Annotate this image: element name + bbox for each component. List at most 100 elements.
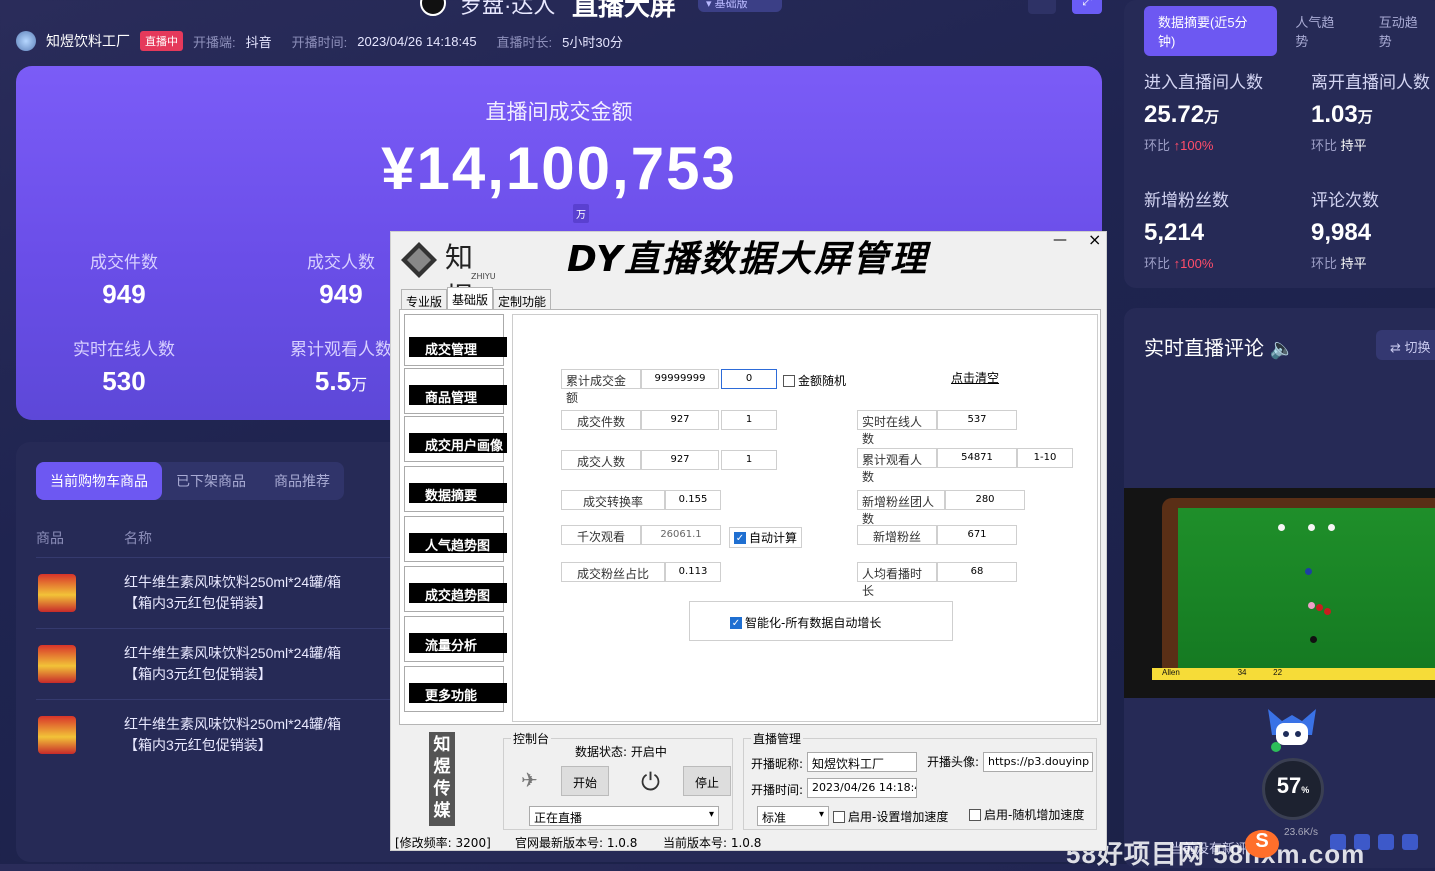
metric-comments: 评论次数 9,984 环比 持平 <box>1311 186 1435 272</box>
brand-name: 罗盘·达人 <box>460 0 556 18</box>
product-name: 红牛维生素风味饮料250ml*24罐/箱 【箱内3元红包促销装】 <box>124 645 342 682</box>
grid-icon[interactable] <box>1402 834 1418 850</box>
fans-ratio-input[interactable]: 0.113 <box>665 562 721 582</box>
minimize-icon[interactable]: — <box>1053 232 1067 248</box>
online-input[interactable]: 537 <box>937 410 1017 430</box>
start-button[interactable]: 开始 <box>561 766 609 796</box>
side-button-more[interactable]: 更多功能 <box>404 666 507 712</box>
total-amount-inc-input[interactable]: 0 <box>721 369 777 389</box>
tab-interaction[interactable]: 互动趋势 <box>1365 6 1435 56</box>
metric-label: 新增粉丝数 <box>1144 191 1229 210</box>
random-speed-checkbox[interactable]: 启用-随机增加速度 <box>969 806 1084 823</box>
app-logo: 知煜 ZHIYU <box>401 236 499 314</box>
tab-recommended[interactable]: 商品推荐 <box>260 462 344 500</box>
tab-summary[interactable]: 数据摘要(近5分钟) <box>1144 6 1278 56</box>
side-button-summary[interactable]: 数据摘要 <box>404 466 507 512</box>
kview-input[interactable]: 26061.1 <box>641 525 721 545</box>
avatar-url-input[interactable]: https://p3.douyinp <box>983 752 1093 772</box>
deal-people-inc-input[interactable]: 1 <box>721 450 777 470</box>
metric-leave: 离开直播间人数 1.03万 环比 持平 <box>1311 68 1435 154</box>
tab-current-products[interactable]: 当前购物车商品 <box>36 462 162 500</box>
deal-count-inc-input[interactable]: 1 <box>721 410 777 430</box>
column-header-name: 名称 <box>124 530 152 546</box>
comments-title: 实时直播评论 🔈 <box>1144 338 1295 360</box>
stat-value: 949 <box>102 279 146 309</box>
video-preview[interactable]: Allen 34 22 <box>1124 488 1435 698</box>
latest-version-text: 官网最新版本号: 1.0.8 <box>515 836 638 850</box>
total-amount-label: 累计成交金额 <box>561 369 641 405</box>
stop-button[interactable]: 停止 <box>683 766 731 796</box>
duration-value: 5小时30分 <box>562 34 623 50</box>
power-icon: ⏻ <box>641 768 660 796</box>
deal-count-input[interactable]: 927 <box>641 410 719 430</box>
shop-name: 知煜饮料工厂 <box>46 33 130 49</box>
tab-popularity[interactable]: 人气趋势 <box>1281 6 1360 56</box>
tab-removed-products[interactable]: 已下架商品 <box>162 462 260 500</box>
network-gauge[interactable]: 57% 23.6K/s <box>1262 758 1324 838</box>
data-status: 数据状态: 开启中 <box>575 745 667 759</box>
fan-group-label: 新增粉丝团人数 <box>857 490 945 526</box>
avg-time-label: 人均看播时长 <box>857 562 937 598</box>
ball <box>1328 524 1335 531</box>
random-amount-checkbox[interactable]: 金额随机 <box>783 372 846 389</box>
conv-rate-input[interactable]: 0.155 <box>665 490 721 510</box>
nick-input[interactable]: 知煜饮料工厂 <box>807 752 917 772</box>
product-tabs: 当前购物车商品 已下架商品 商品推荐 <box>36 462 344 500</box>
new-fans-input[interactable]: 671 <box>937 525 1017 545</box>
stat-label: 成交件数 <box>90 253 158 272</box>
version-label: 基础版 <box>714 0 748 10</box>
conv-rate-label: 成交转换率 <box>561 490 665 510</box>
close-icon[interactable]: × <box>1088 230 1101 249</box>
fan-group-input[interactable]: 280 <box>945 490 1025 510</box>
viewers-input[interactable]: 54871 <box>937 448 1017 468</box>
metric-compare: 环比 ↑100% <box>1144 256 1214 271</box>
side-button-user-profile[interactable]: 成交用户画像 <box>404 416 507 462</box>
table-row[interactable]: 红牛维生素风味饮料250ml*24罐/箱 【箱内3元红包促销装】 <box>36 628 396 698</box>
deal-people-input[interactable]: 927 <box>641 450 719 470</box>
clear-link[interactable]: 点击清空 <box>951 369 999 386</box>
ball <box>1278 524 1285 531</box>
notification-icon[interactable] <box>1028 0 1056 14</box>
metric-compare: 环比 持平 <box>1311 256 1367 271</box>
side-button-popularity[interactable]: 人气趋势图 <box>404 516 507 562</box>
shirt-icon[interactable] <box>1378 834 1394 850</box>
avg-time-input[interactable]: 68 <box>937 562 1017 582</box>
logo-subtext: ZHIYU <box>471 272 496 281</box>
table-row[interactable]: 红牛维生素风味饮料250ml*24罐/箱 【箱内3元红包促销装】 <box>36 557 396 627</box>
auto-calc-checkbox[interactable]: ✓ 自动计算 <box>729 527 803 548</box>
custom-speed-checkbox[interactable]: 启用-设置增加速度 <box>833 808 948 825</box>
side-button-deals[interactable]: 成交管理 <box>404 314 507 366</box>
time-input[interactable]: 2023/04/26 14:18:4 <box>807 778 917 798</box>
smart-growth-checkbox[interactable]: ✓ 智能化-所有数据自动增长 <box>730 614 881 631</box>
side-button-traffic[interactable]: 流量分析 <box>404 616 507 662</box>
product-image <box>38 574 76 612</box>
new-fans-label: 新增粉丝 <box>857 525 937 545</box>
ball <box>1316 604 1323 611</box>
column-header-product: 商品 <box>36 530 64 546</box>
ball <box>1310 636 1317 643</box>
live-mode-select[interactable]: 正在直播 ▾ <box>529 806 719 826</box>
score-bar: Allen 34 22 <box>1152 668 1435 680</box>
tab-content-frame: 成交管理 商品管理 成交用户画像 数据摘要 人气趋势图 成交趋势图 流量分析 更… <box>399 309 1101 725</box>
live-manage-title: 直播管理 <box>751 730 804 747</box>
side-button-products[interactable]: 商品管理 <box>404 368 507 414</box>
ball <box>1324 608 1331 615</box>
side-button-deal-trend[interactable]: 成交趋势图 <box>404 566 507 612</box>
table-row[interactable]: 红牛维生素风味饮料250ml*24罐/箱 【箱内3元红包促销装】 <box>36 699 396 769</box>
switch-button[interactable]: ⇄ 切换 <box>1376 330 1435 360</box>
hero-amount: ¥14,100,753 <box>381 135 737 202</box>
diamond-logo-icon <box>401 242 437 278</box>
speaker-icon[interactable]: 🔈 <box>1270 338 1295 360</box>
watermark-text: 58好项目网 58hxm.com <box>1066 839 1366 869</box>
product-name: 红牛维生素风味饮料250ml*24罐/箱 【箱内3元红包促销装】 <box>124 574 342 611</box>
viewers-range-input[interactable]: 1-10 <box>1017 448 1073 468</box>
version-select[interactable]: ▾ 基础版 <box>698 0 782 12</box>
deal-count-label: 成交件数 <box>561 410 641 430</box>
total-amount-input[interactable]: 99999999 <box>641 369 719 389</box>
window-title: DY直播数据大屏管理 <box>567 239 929 280</box>
dy-manager-window: 知煜 ZHIYU DY直播数据大屏管理 — × 专业版 基础版 定制功能 成交管… <box>390 230 1107 851</box>
avatar-label: 开播头像: <box>927 755 980 769</box>
fullscreen-icon[interactable]: ⤢ <box>1072 0 1102 14</box>
robot-mascot-icon[interactable] <box>1258 705 1326 753</box>
speed-mode-select[interactable]: 标准 ▾ <box>757 806 829 826</box>
